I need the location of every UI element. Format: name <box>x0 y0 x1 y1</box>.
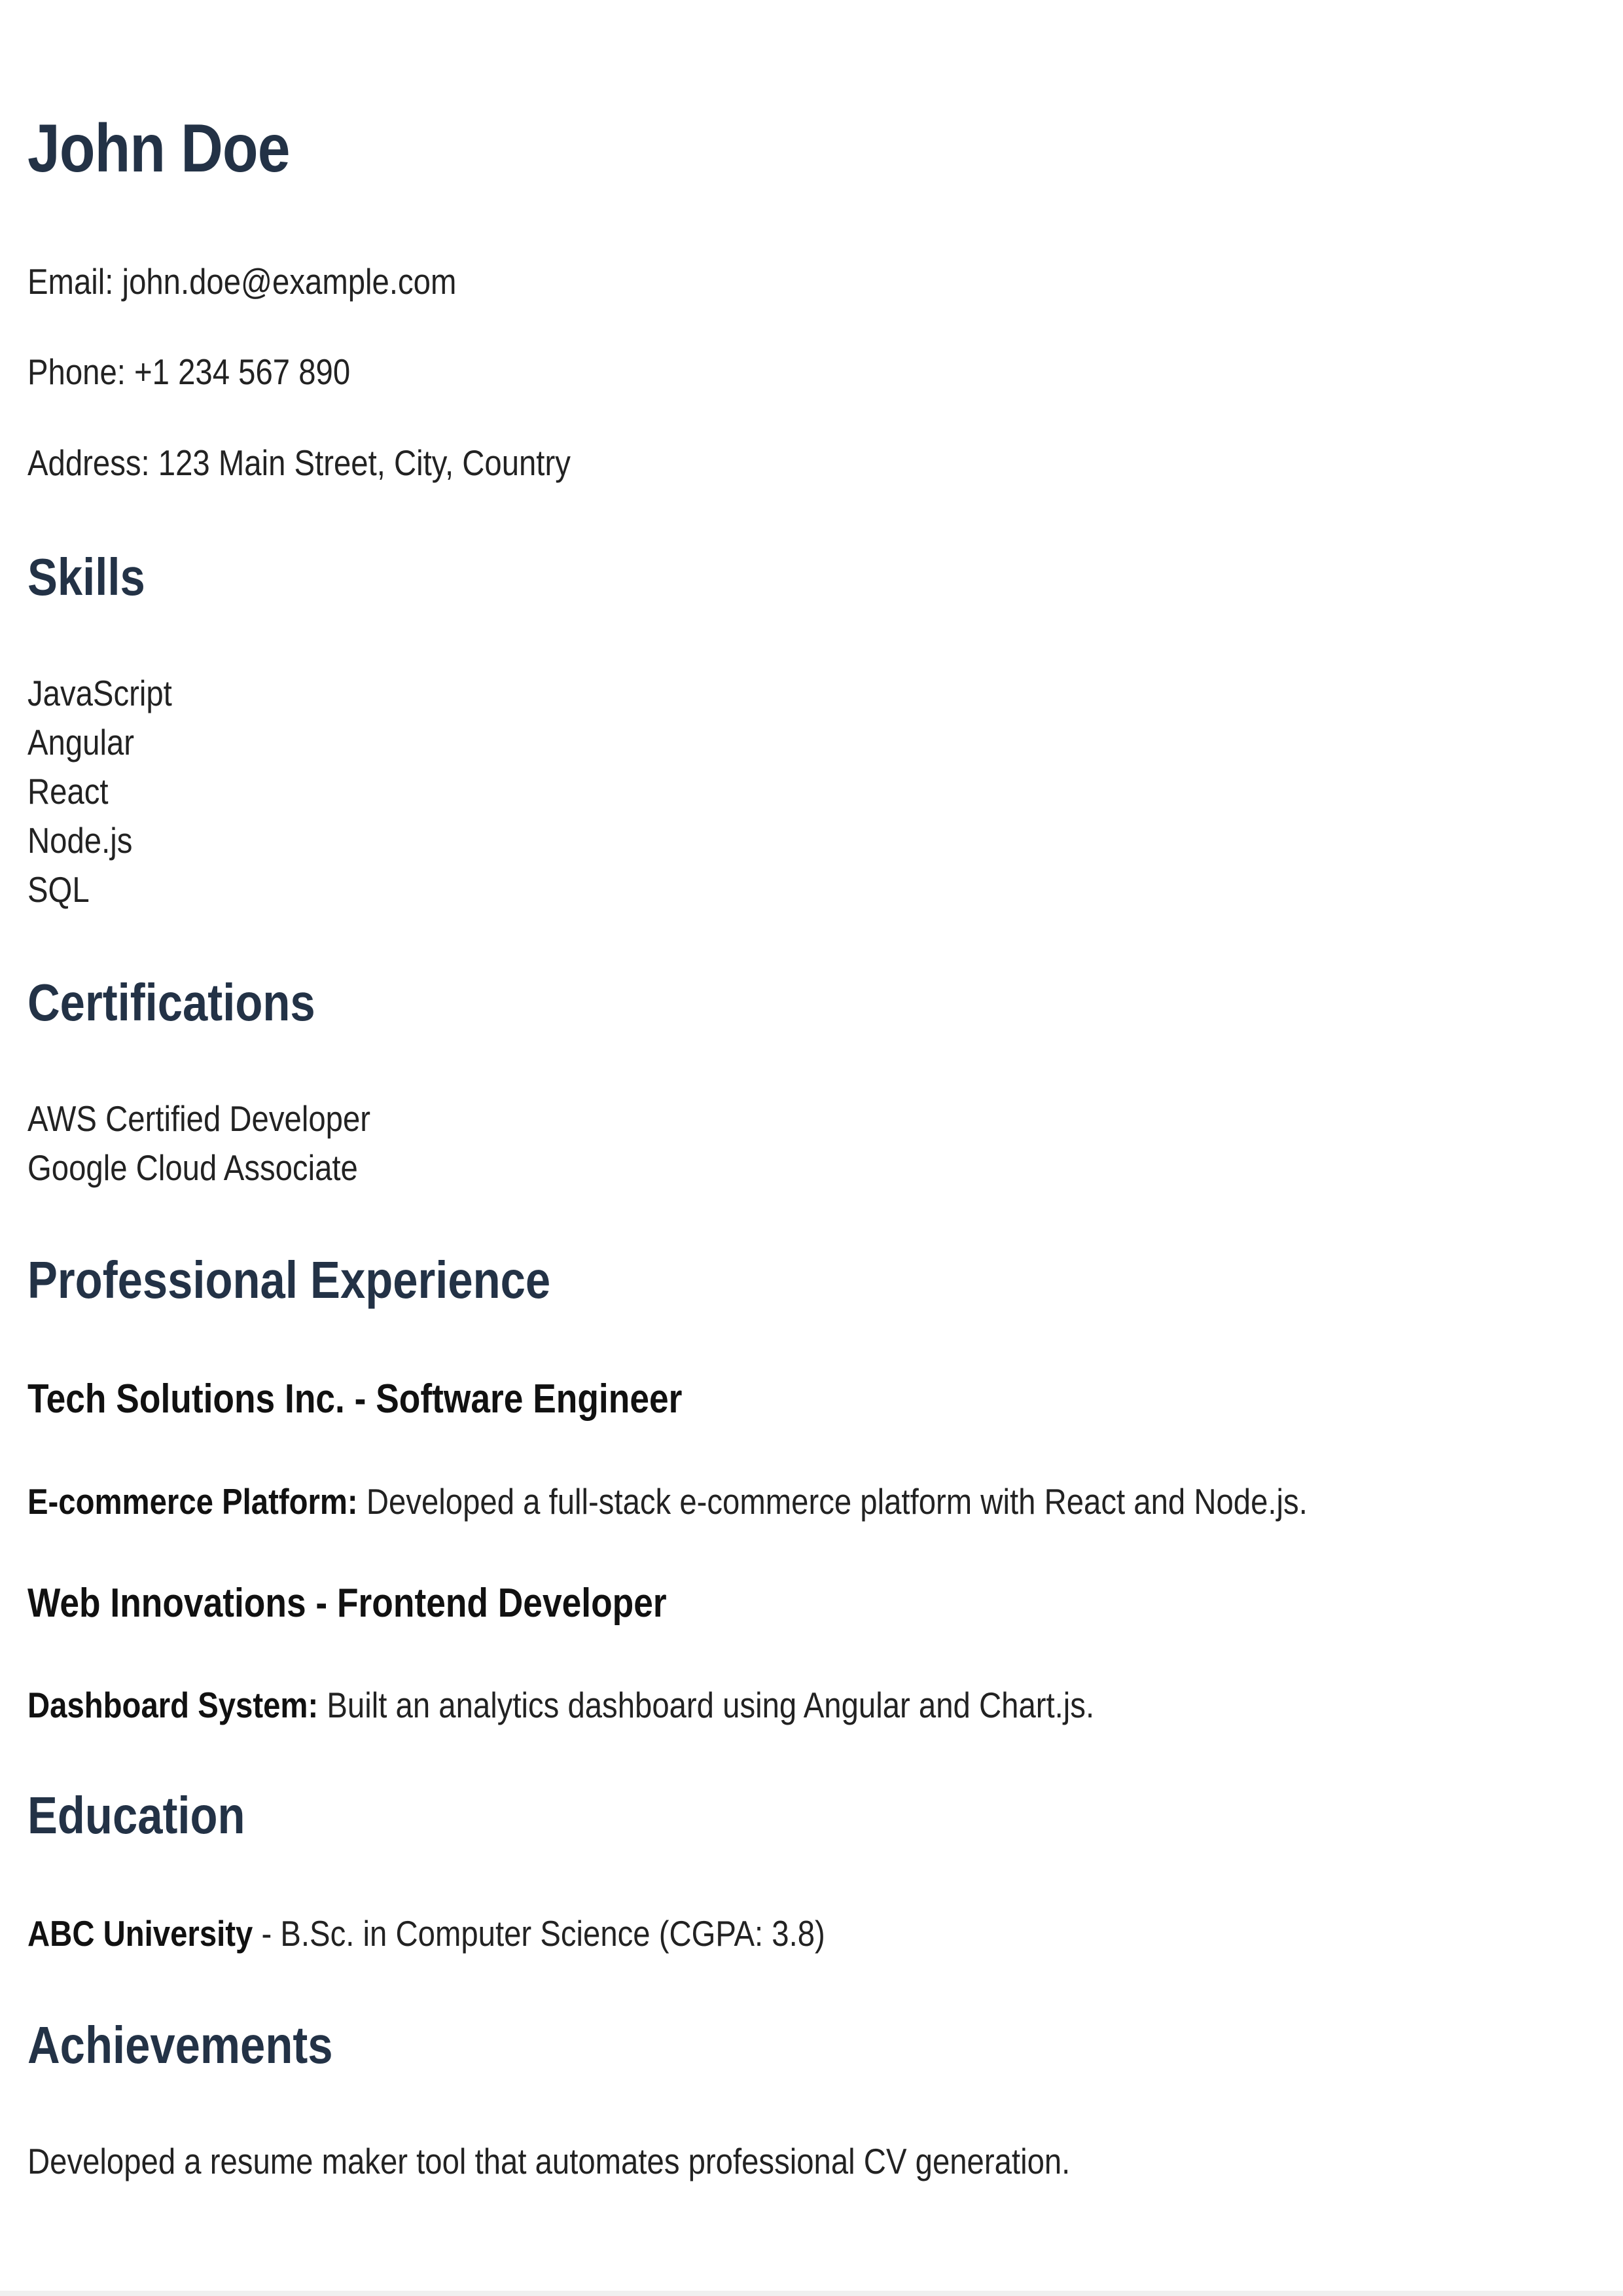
project-description: Built an analytics dashboard using Angul… <box>318 1685 1095 1725</box>
job-heading: Tech Solutions Inc. - Software Engineer <box>27 1376 683 1422</box>
skills-heading: Skills <box>27 548 145 606</box>
skill-item: React <box>27 771 109 812</box>
achievements-heading: Achievements <box>27 2016 333 2074</box>
project-description: Developed a full-stack e-commerce platfo… <box>357 1481 1308 1522</box>
job-heading: Web Innovations - Frontend Developer <box>27 1581 667 1626</box>
degree-details: - B.Sc. in Computer Science (CGPA: 3.8) <box>253 1913 825 1954</box>
school-name: ABC University <box>27 1913 253 1954</box>
job-project: E-commerce Platform: Developed a full-st… <box>27 1480 1308 1522</box>
skill-item: JavaScript <box>27 673 172 713</box>
experience-heading: Professional Experience <box>27 1251 551 1309</box>
skill-item: Angular <box>27 722 135 762</box>
achievement-item: Developed a resume maker tool that autom… <box>27 2141 1071 2181</box>
contact-phone: Phone: +1 234 567 890 <box>27 351 351 392</box>
skill-item: Node.js <box>27 820 133 861</box>
job-project: Dashboard System: Built an analytics das… <box>27 1684 1094 1726</box>
certifications-list: AWS Certified Developer Google Cloud Ass… <box>27 1094 370 1193</box>
resume-page: John Doe Email: john.doe@example.com Pho… <box>0 0 1623 2296</box>
contact-email: Email: john.doe@example.com <box>27 261 457 302</box>
project-label: E-commerce Platform: <box>27 1481 358 1522</box>
education-entry: ABC University - B.Sc. in Computer Scien… <box>27 1912 825 1954</box>
education-heading: Education <box>27 1786 245 1844</box>
candidate-name: John Doe <box>27 111 290 187</box>
certifications-heading: Certifications <box>27 973 315 1031</box>
skills-list: JavaScript Angular React Node.js SQL <box>27 669 172 914</box>
project-label: Dashboard System: <box>27 1685 319 1725</box>
certification-item: AWS Certified Developer <box>27 1098 370 1139</box>
certification-item: Google Cloud Associate <box>27 1147 358 1188</box>
contact-address: Address: 123 Main Street, City, Country <box>27 442 571 483</box>
skill-item: SQL <box>27 869 90 910</box>
page-bottom-divider <box>0 2291 1623 2296</box>
